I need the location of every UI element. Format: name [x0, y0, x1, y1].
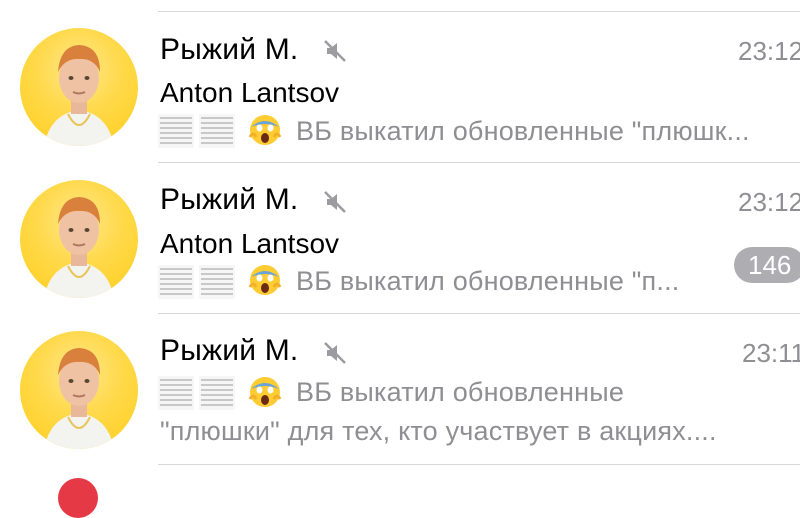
avatar[interactable]: [58, 478, 98, 518]
chat-title: Рыжий М.: [160, 33, 299, 66]
avatar-photo: [44, 348, 114, 449]
document-thumbnail: [199, 114, 235, 148]
chat-title: Рыжий М.: [160, 334, 299, 367]
chat-preview: ВБ выкатил обновленные "п...: [296, 266, 680, 296]
chat-title: Рыжий М.: [160, 183, 299, 216]
avatar-photo: [44, 197, 114, 298]
avatar-photo: [44, 45, 114, 146]
scream-emoji-icon: [248, 265, 282, 295]
chat-preview: ВБ выкатил обновленные: [296, 377, 625, 407]
muted-bell-icon: [324, 40, 346, 62]
chat-time: 23:12: [738, 187, 800, 217]
avatar[interactable]: [20, 331, 138, 449]
chat-time: 23:11: [742, 338, 800, 368]
document-thumbnail: [158, 376, 194, 410]
divider: [158, 464, 800, 465]
chat-time: 23:12: [738, 36, 800, 66]
chat-list-item[interactable]: Рыжий М. 23:12 Anton Lantsov ВБ выкатил …: [0, 12, 800, 162]
muted-bell-icon: [324, 342, 346, 364]
chat-preview: ВБ выкатил обновленные "плюшк...: [296, 116, 750, 146]
chat-preview-line-2: "плюшки" для тех, кто участвует в акциях…: [160, 416, 717, 446]
chat-sender: Anton Lantsov: [160, 77, 340, 108]
scream-emoji-icon: [248, 115, 282, 145]
chat-sender: Anton Lantsov: [160, 228, 340, 259]
document-thumbnail: [158, 114, 194, 148]
scream-emoji-icon: [248, 377, 282, 407]
chat-list-item[interactable]: Рыжий М. 23:11 ВБ выкатил обновленные "п…: [0, 314, 800, 464]
document-thumbnail: [199, 376, 235, 410]
document-thumbnail: [199, 265, 235, 299]
document-thumbnail: [158, 265, 194, 299]
unread-count-badge: 146: [734, 247, 800, 283]
chat-list-item[interactable]: Рыжий М. 23:12 Anton Lantsov ВБ выкатил …: [0, 163, 800, 313]
avatar[interactable]: [20, 28, 138, 146]
muted-bell-icon: [324, 191, 346, 213]
avatar[interactable]: [20, 180, 138, 298]
